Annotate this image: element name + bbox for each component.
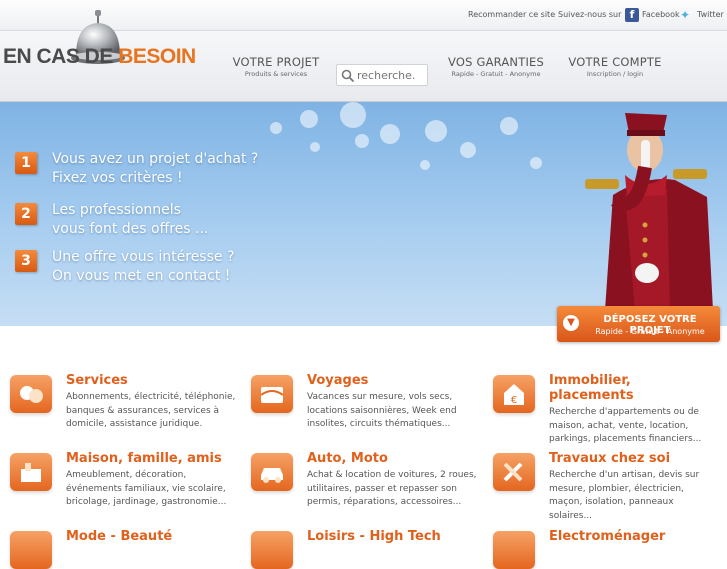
category-title[interactable]: Voyages bbox=[307, 373, 477, 388]
maison-icon bbox=[10, 453, 52, 491]
step-line2: On vous met en contact ! bbox=[52, 268, 231, 284]
nav-sub-label: Rapide - Gratuit - Anonyme bbox=[451, 70, 541, 78]
category-services[interactable]: Services Abonnements, électricité, télép… bbox=[10, 373, 242, 448]
category-description: Achat & location de voitures, 2 roues, u… bbox=[307, 470, 477, 507]
bubble-decoration bbox=[310, 142, 320, 152]
loisirs-icon bbox=[251, 531, 293, 569]
category-description: Vacances sur mesure, vols secs, location… bbox=[307, 392, 457, 429]
bubble-decoration bbox=[355, 134, 369, 148]
step-text: Les professionnels vous font des offres .… bbox=[52, 201, 208, 239]
nav-vos-garanties[interactable]: VOS GARANTIES Rapide - Gratuit - Anonyme bbox=[442, 55, 550, 78]
twitter-icon[interactable]: ✦ bbox=[680, 9, 694, 21]
twitter-link[interactable]: Twitter bbox=[697, 10, 724, 19]
category-travaux[interactable]: Travaux chez soi Recherche d'un artisan,… bbox=[493, 451, 725, 526]
category-title[interactable]: Mode - Beauté bbox=[66, 529, 236, 544]
category-immobilier[interactable]: € Immobilier, placements Recherche d'app… bbox=[493, 373, 725, 448]
facebook-link[interactable]: Facebook bbox=[642, 10, 680, 19]
bubble-decoration bbox=[420, 160, 430, 170]
step-line1: Les professionnels bbox=[52, 202, 181, 218]
step-text: Une offre vous intéresse ? On vous met en… bbox=[52, 248, 234, 286]
nav-votre-projet[interactable]: VOTRE PROJET Produits & services bbox=[230, 55, 322, 78]
category-loisirs[interactable]: Loisirs - High Tech bbox=[251, 529, 483, 569]
voyages-icon bbox=[251, 375, 293, 413]
category-maison[interactable]: Maison, famille, amis Ameublement, décor… bbox=[10, 451, 242, 526]
step-line1: Vous avez un projet d'achat ? bbox=[52, 151, 259, 167]
bubble-decoration bbox=[340, 102, 366, 128]
bubble-decoration bbox=[270, 122, 282, 134]
step-line1: Une offre vous intéresse ? bbox=[52, 249, 235, 265]
category-title[interactable]: Immobilier, placements bbox=[549, 373, 719, 403]
nav-main-label: VOS GARANTIES bbox=[447, 55, 545, 69]
category-title[interactable]: Loisirs - High Tech bbox=[307, 529, 477, 544]
category-title[interactable]: Maison, famille, amis bbox=[66, 451, 236, 466]
step-line2: vous font des offres ... bbox=[52, 221, 209, 237]
follow-label: Suivez-nous sur bbox=[558, 10, 622, 19]
category-description: Recherche d'un artisan, devis sur mesure… bbox=[549, 470, 700, 521]
cta-subtitle: Rapide - Gratuit - Anonyme bbox=[595, 327, 705, 336]
nav-sub-label: Inscription / login bbox=[586, 70, 644, 78]
category-electromenager[interactable]: Electroménager bbox=[493, 529, 725, 569]
category-description: Ameublement, décoration, événements fami… bbox=[66, 470, 227, 507]
bubble-decoration bbox=[500, 117, 518, 135]
site-logo[interactable]: EN CAS DE BESOIN bbox=[3, 45, 196, 69]
deposer-projet-button[interactable]: ▼ DÉPOSEZ VOTRE PROJET Rapide - Gratuit … bbox=[557, 306, 720, 342]
step-text: Vous avez un projet d'achat ? Fixez vos c… bbox=[52, 150, 258, 188]
logo-part2: BESOIN bbox=[118, 45, 196, 68]
step-number: 2 bbox=[15, 203, 37, 225]
services-icon bbox=[10, 375, 52, 413]
category-description: Abonnements, électricité, téléphonie, ba… bbox=[66, 392, 236, 429]
auto-icon bbox=[251, 453, 293, 491]
logo-part1: EN CAS DE bbox=[3, 45, 119, 68]
electromenager-icon bbox=[493, 531, 535, 569]
step-number: 1 bbox=[15, 152, 37, 174]
category-title[interactable]: Travaux chez soi bbox=[549, 451, 719, 466]
bubble-decoration bbox=[460, 142, 476, 158]
category-auto-moto[interactable]: Auto, Moto Achat & location de voitures,… bbox=[251, 451, 483, 526]
bubble-decoration bbox=[380, 124, 400, 144]
svg-text:€: € bbox=[511, 395, 517, 406]
nav-votre-compte[interactable]: VOTRE COMPTE Inscription / login bbox=[565, 55, 665, 78]
search-icon bbox=[341, 69, 355, 83]
mode-icon bbox=[10, 531, 52, 569]
search-input[interactable] bbox=[357, 67, 425, 83]
facebook-icon[interactable]: f bbox=[625, 8, 639, 22]
recommend-link[interactable]: Recommander ce site bbox=[468, 10, 555, 19]
bubble-decoration bbox=[425, 120, 447, 142]
category-title[interactable]: Auto, Moto bbox=[307, 451, 477, 466]
bellboy-illustration bbox=[585, 113, 713, 310]
immobilier-icon: € bbox=[493, 375, 535, 413]
category-mode-beaute[interactable]: Mode - Beauté bbox=[10, 529, 242, 569]
category-description: Recherche d'appartements ou de maison, a… bbox=[549, 407, 702, 444]
step-line2: Fixez vos critères ! bbox=[52, 170, 183, 186]
bubble-decoration bbox=[300, 110, 318, 128]
category-title[interactable]: Electroménager bbox=[549, 529, 719, 544]
bubble-decoration bbox=[530, 157, 542, 169]
arrow-down-icon: ▼ bbox=[563, 315, 579, 331]
nav-main-label: VOTRE COMPTE bbox=[568, 55, 662, 69]
search-box[interactable] bbox=[336, 64, 428, 86]
category-voyages[interactable]: Voyages Vacances sur mesure, vols secs, … bbox=[251, 373, 483, 448]
nav-main-label: VOTRE PROJET bbox=[232, 55, 320, 69]
nav-sub-label: Produits & services bbox=[244, 70, 308, 78]
category-title[interactable]: Services bbox=[66, 373, 236, 388]
step-number: 3 bbox=[15, 250, 37, 272]
travaux-icon bbox=[493, 453, 535, 491]
